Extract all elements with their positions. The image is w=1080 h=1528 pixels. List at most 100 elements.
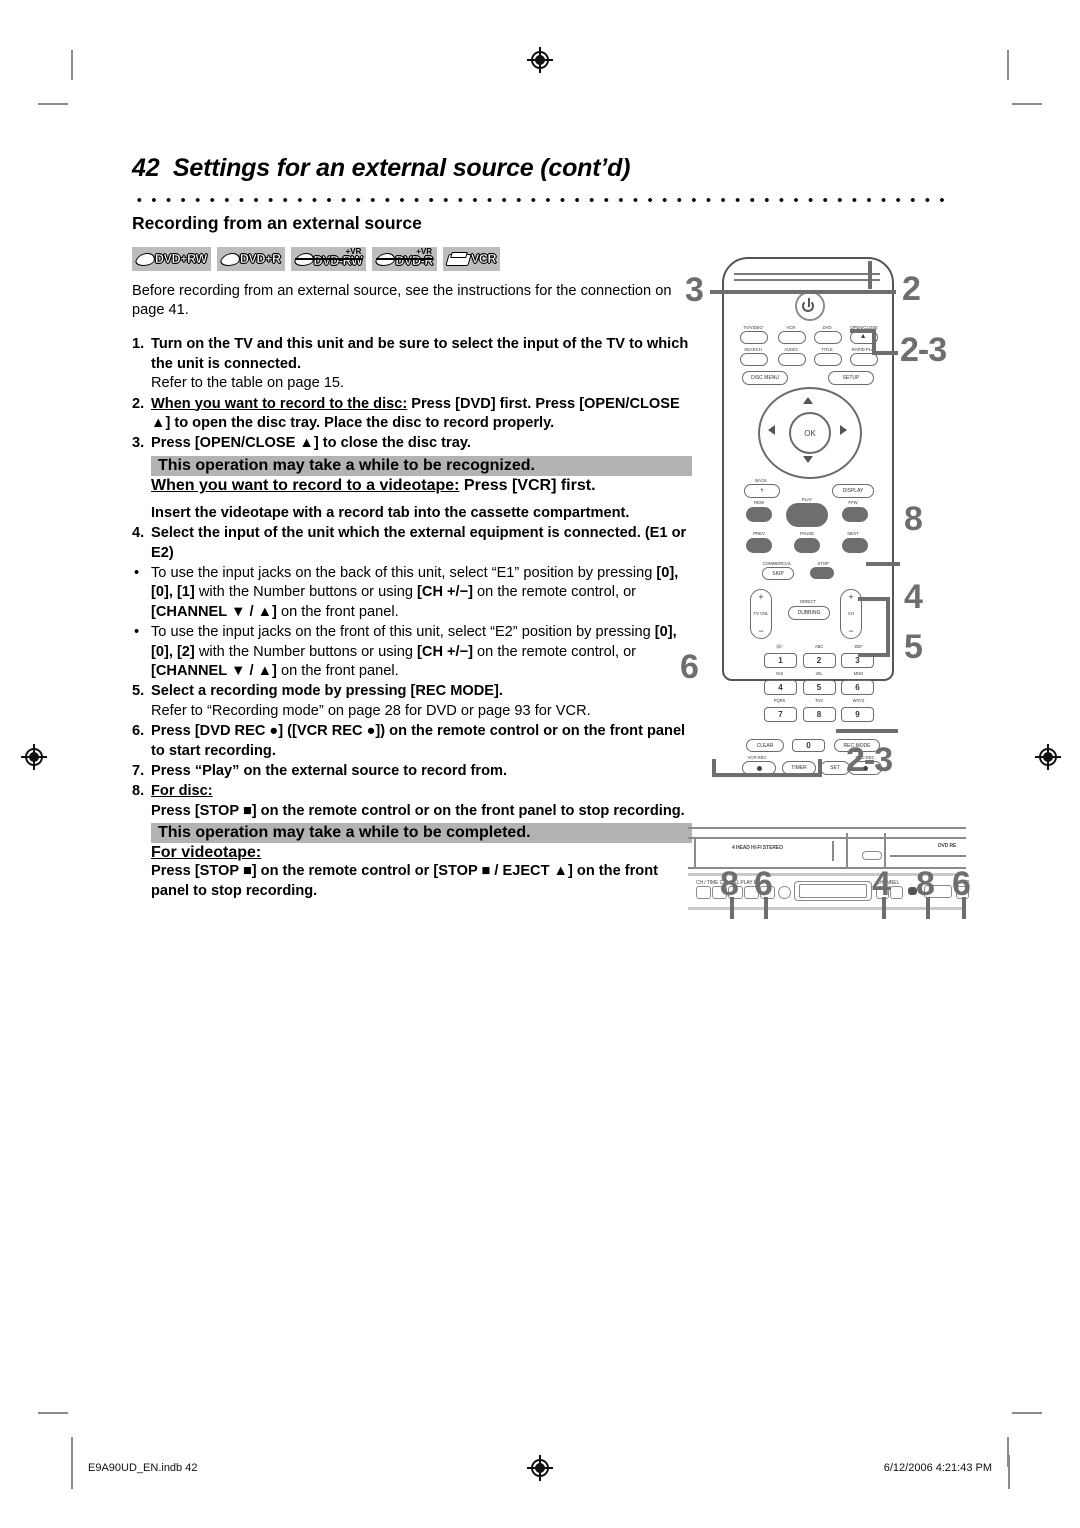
leader-2 (806, 290, 896, 294)
leader-6-a (712, 773, 822, 777)
vcr-slot-line (832, 841, 834, 861)
skip-button[interactable]: SKIP (762, 567, 794, 580)
dpad-up-icon[interactable] (803, 397, 813, 404)
dpad-right-icon[interactable] (840, 425, 847, 435)
bullet-e2-c: with the Number buttons or using (194, 643, 418, 660)
number-button-4[interactable]: 4 (764, 679, 797, 695)
play-button[interactable] (786, 503, 828, 527)
panel-top-edge (688, 827, 966, 829)
badge-vr-label: +VR (416, 246, 432, 256)
dvd-tray-line (890, 855, 966, 857)
dpad-down-icon[interactable] (803, 456, 813, 463)
badge-vr-label: +VR (345, 246, 362, 256)
step-number: 2. (132, 395, 145, 412)
number-button-1[interactable]: 1 (764, 652, 797, 668)
ch-plus[interactable]: + (848, 592, 853, 602)
clear-button[interactable]: CLEAR (746, 739, 784, 752)
back-button[interactable]: ↰ (744, 484, 780, 498)
number-button-2[interactable]: 2 (802, 652, 836, 668)
numpad-letters: ABC (814, 644, 824, 649)
pause-button[interactable] (794, 538, 820, 553)
numpad-letters: GHI (775, 671, 784, 676)
step-number: 3. (132, 435, 145, 452)
media-badge-dvd-minus-r: +VR DVD-R (372, 246, 437, 271)
step-2: 2. When you want to record to the disc: … (132, 395, 692, 434)
title-button[interactable] (814, 353, 842, 366)
button-label-back: BACK (755, 478, 767, 483)
tv-vol-minus[interactable]: − (758, 626, 763, 636)
disc-icon (136, 252, 154, 265)
dpad-left-icon[interactable] (768, 425, 775, 435)
numpad-letters: TUV (814, 698, 824, 703)
power-button[interactable] (795, 291, 825, 321)
number-button-0[interactable]: 0 (792, 739, 825, 752)
disc-menu-button[interactable]: DISC MENU (742, 371, 788, 385)
button-label-title: TITLE (821, 347, 833, 352)
panel-channel-sel-up[interactable] (890, 886, 903, 899)
callout-5: 5 (904, 628, 923, 666)
step-1-note: Refer to the table on page 15. (151, 375, 345, 392)
button-label-vcr-rec: VCR REC (747, 755, 767, 760)
ok-button[interactable]: OK (789, 412, 831, 454)
videotape-insert-line: Insert the videotape with a record tab i… (151, 504, 630, 521)
vcr-button[interactable] (778, 331, 806, 344)
intro-paragraph: Before recording from an external source… (132, 282, 672, 318)
step-number: 4. (132, 525, 145, 542)
step-text: Select a recording mode by pressing [REC… (151, 683, 503, 700)
step-text: Press “Play” on the external source to r… (151, 763, 508, 780)
numpad-letters: JKL (815, 671, 823, 676)
leader-5 (836, 729, 898, 733)
badge-label: VCR (470, 251, 497, 266)
navigation-dpad[interactable]: OK (758, 387, 862, 479)
panel-callout-6a: 6 (754, 865, 773, 903)
bullet-e2-ch: [CH +/−] (417, 643, 473, 660)
step-8-videotape-line: Press [STOP ■] on the remote control or … (151, 863, 658, 899)
vcr-door-right (846, 833, 848, 867)
dvd-button[interactable] (814, 331, 842, 344)
step-3: 3. Press [OPEN/CLOSE ▲] to close the dis… (132, 434, 692, 453)
step-8-disc-line: Press [STOP ■] on the remote control or … (151, 802, 685, 819)
button-label-audio: AUDIO (784, 347, 798, 352)
ffw-button[interactable] (842, 507, 868, 522)
next-button[interactable] (842, 538, 868, 553)
leader-8 (866, 562, 900, 566)
tv-video-button[interactable] (740, 331, 768, 344)
step-4: 4. Select the input of the unit which th… (132, 524, 692, 563)
badge-label: DVD+R (239, 251, 282, 266)
display-button[interactable]: DISPLAY (832, 484, 874, 498)
videotape-icon (447, 252, 469, 266)
setup-button[interactable]: SETUP (828, 371, 874, 385)
dotted-rule (132, 191, 952, 202)
badge-label: DVD-RW (313, 254, 363, 268)
number-button-6[interactable]: 6 (841, 679, 874, 695)
page-number: 42 (132, 154, 160, 182)
ch-minus[interactable]: − (848, 626, 853, 636)
search-button[interactable] (740, 353, 768, 366)
disc-tray-slot[interactable] (862, 851, 882, 860)
dubbing-button[interactable]: DUBBING (788, 606, 830, 620)
tv-vol-plus[interactable]: + (758, 592, 763, 602)
disc-icon (221, 252, 239, 265)
record-dot-icon (756, 765, 762, 771)
panel-channel-down-button[interactable] (696, 886, 711, 899)
number-button-9[interactable]: 9 (841, 706, 874, 722)
callout-2: 2 (902, 270, 921, 308)
illustration-area: TV/VIDEO VCR DVD OPEN/CLOSE ▲ SEARCH AUD… (680, 245, 980, 925)
button-label-rew: REW (754, 500, 764, 505)
step-2-action: Press [DVD] first. (407, 395, 532, 412)
numpad-row2: 4 5 6 (764, 679, 874, 695)
bullet-e2: • To use the input jacks on the front of… (132, 623, 692, 681)
dvd-section-edge (884, 833, 886, 867)
number-button-5[interactable]: 5 (802, 679, 836, 695)
stop-button[interactable] (810, 567, 834, 579)
prev-button[interactable] (746, 538, 772, 553)
bullet-e1-channel: [CHANNEL ▼ / ▲] (151, 603, 277, 620)
number-button-7[interactable]: 7 (764, 706, 797, 722)
panel-jog-dial[interactable] (778, 886, 791, 899)
bullet-e2-a: To use the input jacks on the front of t… (151, 624, 655, 641)
number-button-8[interactable]: 8 (802, 706, 836, 722)
rew-button[interactable] (746, 507, 772, 522)
bullet-e1-a: To use the input jacks on the back of th… (151, 564, 657, 581)
numpad-letters: PQRS (773, 698, 786, 703)
audio-button[interactable] (778, 353, 806, 366)
